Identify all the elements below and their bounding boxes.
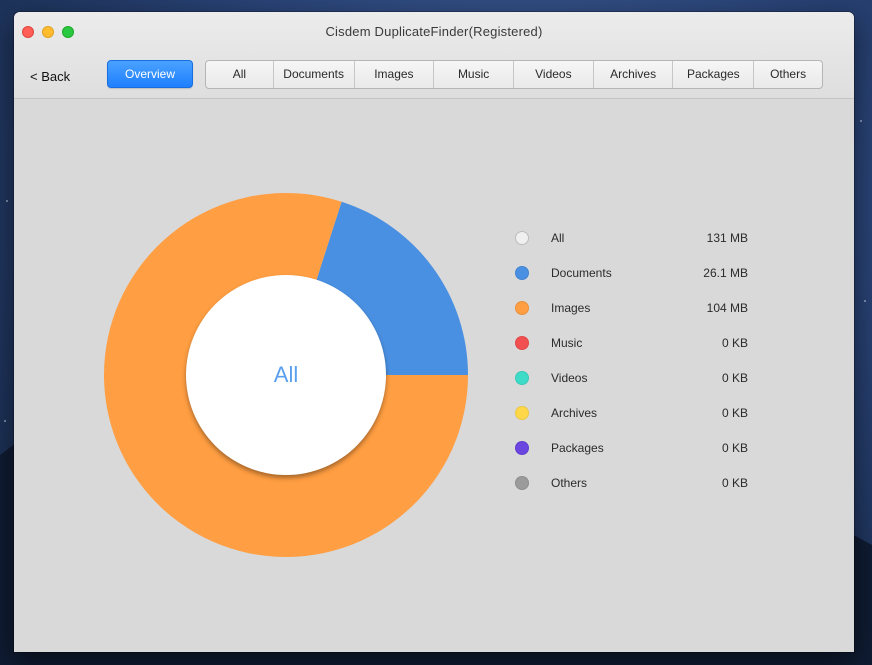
legend-videos-dot [515,371,529,385]
tab-documents[interactable]: Documents [274,61,355,88]
legend-label: Documents [551,266,612,280]
legend-label: Images [551,301,591,315]
legend-label: Archives [551,406,598,420]
legend-packages-dot [515,441,529,455]
legend-label: Others [551,476,588,490]
window-title: Cisdem DuplicateFinder(Registered) [325,24,543,39]
tab-others[interactable]: Others [754,61,822,88]
legend-size: 131 MB [706,231,748,245]
overview-button[interactable]: Overview [107,60,193,88]
legend-archives-dot [515,406,529,420]
tab-images[interactable]: Images [355,61,435,88]
legend-label: Music [551,336,583,350]
legend-others-dot [515,476,529,490]
legend-size: 26.1 MB [703,266,748,280]
back-button[interactable]: < Back [30,69,70,84]
legend-images-dot [515,301,529,315]
titlebar: Cisdem DuplicateFinder(Registered) < Bac… [14,12,854,99]
star [6,200,8,202]
legend-row-others[interactable]: Others 0 KB [514,474,754,494]
legend-row-packages[interactable]: Packages 0 KB [514,439,754,459]
tab-videos[interactable]: Videos [514,61,594,88]
legend-size: 0 KB [721,336,748,350]
legend-music-dot [515,336,529,350]
legend-label: Videos [551,371,588,385]
category-segmented-control: All Documents Images Music Videos Archiv… [205,60,823,89]
legend-row-all[interactable]: All 131 MB [514,229,754,249]
star [860,120,862,122]
app-window: Cisdem DuplicateFinder(Registered) < Bac… [14,12,854,652]
tab-music[interactable]: Music [434,61,514,88]
legend-label: All [551,231,565,245]
legend-row-documents[interactable]: Documents 26.1 MB [514,264,754,284]
chart-center-label: All [273,362,299,387]
tab-archives[interactable]: Archives [594,61,674,88]
tab-all[interactable]: All [206,61,274,88]
legend-size: 0 KB [721,441,748,455]
legend-label: Packages [551,441,604,455]
legend-size: 104 MB [706,301,748,315]
legend-size: 0 KB [721,476,748,490]
legend-row-videos[interactable]: Videos 0 KB [514,369,754,389]
star [864,300,866,302]
legend-row-archives[interactable]: Archives 0 KB [514,404,754,424]
tab-packages[interactable]: Packages [673,61,755,88]
legend-size: 0 KB [721,371,748,385]
legend-documents-dot [515,266,529,280]
legend-row-music[interactable]: Music 0 KB [514,334,754,354]
legend-size: 0 KB [721,406,748,420]
legend-row-images[interactable]: Images 104 MB [514,299,754,319]
legend-all-dot [515,231,529,245]
